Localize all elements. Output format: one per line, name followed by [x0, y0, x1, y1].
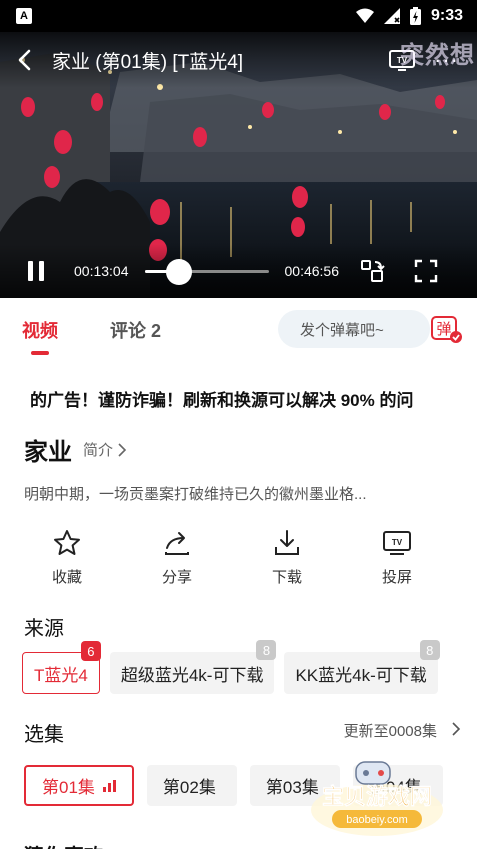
- danmaku-input[interactable]: 发个弹幕吧~: [278, 310, 430, 348]
- svg-text:宝贝游戏网: 宝贝游戏网: [322, 784, 432, 810]
- share-icon: [165, 532, 189, 555]
- status-bar: A 9:33: [0, 0, 477, 32]
- tab-comments[interactable]: 评论 2: [110, 317, 161, 343]
- site-logo-watermark: 宝贝游戏网 baobeiy.com: [311, 761, 443, 836]
- episodes-update-link[interactable]: 更新至0008集: [344, 720, 437, 741]
- playback-controls: 00:13:04 00:46:56: [0, 244, 477, 298]
- rotate-screen-icon[interactable]: [359, 258, 385, 284]
- wifi-icon: [355, 8, 374, 23]
- clock: 9:33: [430, 7, 463, 24]
- source-chip[interactable]: KK蓝光4k-可下载 8: [284, 640, 440, 694]
- source-list: T蓝光4 6 超级蓝光4k-可下载 8 KK蓝光4k-可下载 8: [22, 640, 440, 694]
- current-time: 00:13:04: [74, 263, 129, 279]
- tab-video[interactable]: 视频: [22, 317, 58, 355]
- favorite-label: 收藏: [51, 569, 82, 586]
- favorite-button[interactable]: 收藏: [22, 528, 112, 587]
- source-label: KK蓝光4k-可下载: [295, 665, 427, 685]
- source-badge: 8: [419, 640, 440, 660]
- chevron-right-icon[interactable]: [449, 722, 463, 736]
- share-label: 分享: [161, 569, 192, 586]
- cast-tv-icon: TV: [383, 531, 411, 555]
- danmaku-toggle-icon[interactable]: 弹: [431, 316, 463, 344]
- app-notification-icon: A: [16, 8, 32, 24]
- intro-link[interactable]: 简介: [83, 439, 127, 460]
- download-label: 下载: [271, 569, 302, 586]
- cast-button[interactable]: TV 投屏: [352, 528, 442, 587]
- chevron-right-icon: [118, 442, 127, 457]
- show-description: 明朝中期，一场贡墨案打破维持已久的徽州墨业格...: [24, 486, 367, 503]
- source-label: 超级蓝光4k-可下载: [120, 665, 264, 685]
- download-button[interactable]: 下载: [242, 528, 332, 587]
- playing-bars-icon: [102, 779, 116, 792]
- recommend-title: 猜你喜欢: [24, 840, 104, 849]
- svg-text:TV: TV: [392, 538, 403, 547]
- total-time: 00:46:56: [284, 263, 340, 279]
- share-button[interactable]: 分享: [132, 528, 222, 587]
- episode-label: 第02集: [162, 778, 216, 797]
- signal-icon: [383, 8, 400, 24]
- source-badge: 8: [256, 640, 277, 660]
- action-row: 收藏 分享 下载 TV 投屏: [22, 528, 442, 587]
- svg-text:弹: 弹: [436, 320, 451, 338]
- episode-chip[interactable]: 第02集: [146, 765, 237, 806]
- download-icon: [275, 530, 299, 555]
- source-label: T蓝光4: [34, 665, 88, 685]
- video-overlay-text: 突然想: [400, 42, 475, 69]
- danmaku-placeholder: 发个弹幕吧~: [300, 321, 384, 339]
- show-title: 家业: [24, 439, 72, 466]
- video-player[interactable]: 家业 (第01集) [T蓝光4] TV ··· 突然想 00:13:04 00:…: [0, 32, 477, 298]
- back-arrow-icon[interactable]: [14, 48, 38, 72]
- tab-bar: 视频 评论 2 发个弹幕吧~ 弹: [0, 298, 477, 362]
- cast-label: 投屏: [381, 569, 412, 586]
- pause-button[interactable]: [24, 259, 48, 283]
- source-chip[interactable]: 超级蓝光4k-可下载 8: [109, 640, 277, 694]
- source-chip[interactable]: T蓝光4 6: [22, 641, 101, 694]
- notice-marquee: 的广告！谨防诈骗！刷新和换源可以解决 90% 的问: [30, 391, 414, 410]
- episodes-title: 选集: [24, 724, 64, 746]
- battery-charging-icon: [409, 7, 421, 25]
- svg-text:baobeiy.com: baobeiy.com: [346, 814, 408, 826]
- intro-label: 简介: [83, 442, 114, 459]
- sources-title: 来源: [24, 618, 64, 640]
- video-title: 家业 (第01集) [T蓝光4]: [52, 51, 244, 73]
- star-icon: [54, 530, 80, 555]
- episode-chip[interactable]: 第01集: [24, 765, 134, 806]
- fullscreen-icon[interactable]: [413, 258, 439, 284]
- seek-handle[interactable]: [165, 259, 192, 285]
- episode-label: 第01集: [42, 778, 95, 797]
- seek-bar[interactable]: [144, 259, 269, 285]
- source-badge: 6: [80, 641, 101, 661]
